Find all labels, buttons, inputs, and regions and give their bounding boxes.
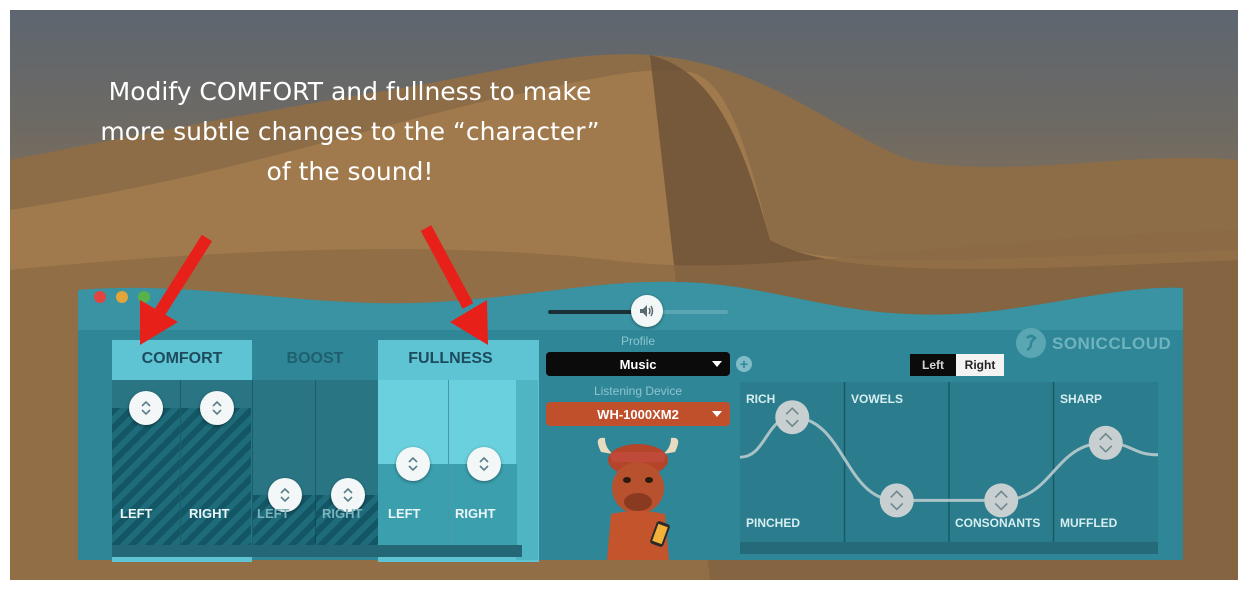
- up-down-chevron-icon: [408, 456, 418, 472]
- volume-knob[interactable]: [631, 295, 663, 327]
- eq-top-label-1: RICH: [746, 392, 776, 406]
- up-down-chevron-icon: [141, 400, 151, 416]
- fullness-right-knob[interactable]: [467, 447, 501, 481]
- fullness-panel-edge: [516, 380, 538, 560]
- eq-bottom-label-1: PINCHED: [746, 516, 801, 530]
- comfort-left-slider[interactable]: LEFT: [112, 380, 180, 545]
- device-value: WH-1000XM2: [597, 406, 679, 422]
- comfort-left-fill: [112, 408, 180, 545]
- up-down-chevron-icon: [479, 456, 489, 472]
- up-down-chevron-icon: [343, 487, 353, 503]
- tab-fullness[interactable]: FULLNESS: [378, 340, 523, 378]
- bison-mascot-illustration: [597, 437, 679, 560]
- up-down-chevron-icon: [212, 400, 222, 416]
- boost-left-slider[interactable]: LEFT: [252, 380, 316, 545]
- boost-right-slider[interactable]: RIGHT: [315, 380, 379, 545]
- brand-name: SONICCLOUD: [1052, 334, 1172, 353]
- chevron-down-icon: [712, 411, 722, 417]
- speaker-icon: [640, 305, 654, 317]
- minimize-window-button[interactable]: [116, 291, 128, 303]
- fullness-left-knob[interactable]: [396, 447, 430, 481]
- eq-bottom-label-3: CONSONANTS: [955, 516, 1041, 530]
- listening-device-dropdown[interactable]: WH-1000XM2: [546, 402, 730, 426]
- comfort-right-slider[interactable]: RIGHT: [180, 380, 251, 545]
- fullness-left-slider[interactable]: LEFT: [378, 380, 448, 545]
- sonic-cloud-app-window: COMFORT BOOST FULLNESS LEFT RIGHT LEFT R…: [78, 270, 1183, 562]
- eq-top-label-2: VOWELS: [851, 392, 904, 406]
- eq-knob-4[interactable]: [1088, 425, 1123, 460]
- profile-label: Profile: [620, 334, 655, 348]
- eq-top-label-4: SHARP: [1060, 392, 1103, 406]
- comfort-right-label: RIGHT: [189, 506, 230, 521]
- annotation-line-1: Modify COMFORT and fullness to make: [108, 77, 592, 106]
- comfort-right-fill: [181, 408, 251, 545]
- soniccloud-logo-icon: [1016, 328, 1046, 358]
- ear-toggle-left[interactable]: Left: [910, 354, 956, 376]
- boost-right-label: RIGHT: [322, 506, 363, 521]
- zoom-window-button[interactable]: [138, 291, 150, 303]
- profile-value: Music: [619, 356, 657, 372]
- annotation-line-3: of the sound!: [266, 157, 434, 186]
- boost-left-label: LEFT: [257, 506, 290, 521]
- comfort-left-label: LEFT: [120, 506, 153, 521]
- chevron-down-icon: [712, 361, 722, 367]
- slider-region-base: [112, 545, 522, 557]
- fullness-right-label: RIGHT: [455, 506, 496, 521]
- fullness-left-label: LEFT: [388, 506, 421, 521]
- listening-device-label: Listening Device: [593, 384, 683, 398]
- comfort-left-knob[interactable]: [129, 391, 163, 425]
- eq-bottom-label-4: MUFFLED: [1060, 516, 1118, 530]
- annotation-line-2: more subtle changes to the “character”: [100, 117, 600, 146]
- profile-dropdown[interactable]: Music: [546, 352, 730, 376]
- ear-toggle-right[interactable]: Right: [956, 354, 1004, 376]
- comfort-right-knob[interactable]: [200, 391, 234, 425]
- fullness-right-slider[interactable]: RIGHT: [448, 380, 517, 545]
- eq-knob-2[interactable]: [879, 483, 914, 518]
- up-down-chevron-icon: [280, 487, 290, 503]
- tab-boost[interactable]: BOOST: [252, 340, 378, 378]
- screenshot-stage: COMFORT BOOST FULLNESS LEFT RIGHT LEFT R…: [0, 0, 1246, 589]
- eq-knob-3[interactable]: [984, 483, 1019, 518]
- tab-comfort[interactable]: COMFORT: [112, 340, 252, 378]
- add-profile-button[interactable]: +: [736, 356, 752, 372]
- eq-panel-base: [740, 542, 1158, 554]
- annotation-text: Modify COMFORT and fullness to make more…: [30, 72, 670, 192]
- close-window-button[interactable]: [94, 291, 106, 303]
- eq-knob-1[interactable]: [775, 400, 810, 435]
